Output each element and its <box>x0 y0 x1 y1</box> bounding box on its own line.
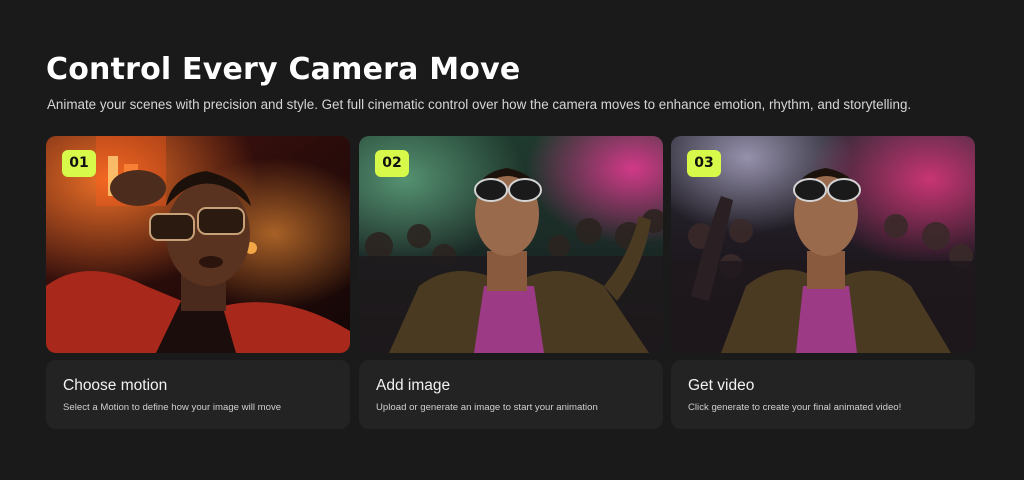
step-info: Add image Upload or generate an image to… <box>359 360 663 429</box>
step-info: Get video Click generate to create your … <box>671 360 975 429</box>
step-card-get-video[interactable]: 03 Get video Click generate to create yo… <box>671 136 975 431</box>
step-description: Upload or generate an image to start you… <box>376 402 598 413</box>
step-image: 01 <box>46 136 350 353</box>
step-title: Add image <box>376 377 451 394</box>
step-number-badge: 02 <box>375 150 409 177</box>
step-title: Choose motion <box>63 377 168 394</box>
page-title: Control Every Camera Move <box>46 52 521 87</box>
step-card-add-image[interactable]: 02 Add image Upload or generate an image… <box>359 136 663 431</box>
step-info: Choose motion Select a Motion to define … <box>46 360 350 429</box>
step-number-badge: 01 <box>62 150 96 177</box>
step-number-badge: 03 <box>687 150 721 177</box>
steps-list: 01 Choose motion Select a Motion to defi… <box>46 136 976 431</box>
step-description: Select a Motion to define how your image… <box>63 402 282 413</box>
page: Control Every Camera Move Animate your s… <box>0 0 1024 480</box>
step-description: Click generate to create your final anim… <box>688 402 902 413</box>
step-card-choose-motion[interactable]: 01 Choose motion Select a Motion to defi… <box>46 136 350 431</box>
step-image: 02 <box>359 136 663 353</box>
step-image: 03 <box>671 136 975 353</box>
step-title: Get video <box>688 377 755 394</box>
page-subtitle: Animate your scenes with precision and s… <box>47 97 912 112</box>
